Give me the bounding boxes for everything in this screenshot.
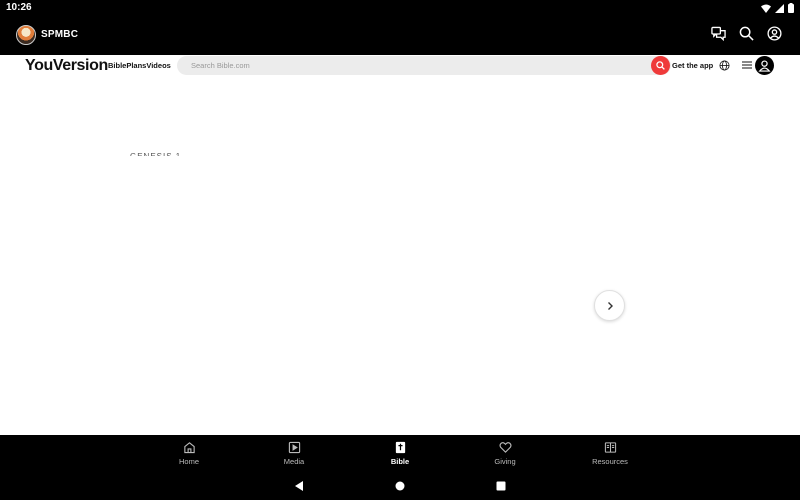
nav-tab-resources[interactable]: Resources — [580, 441, 640, 466]
next-chapter-button[interactable] — [594, 290, 625, 321]
chevron-right-icon — [607, 301, 613, 310]
youversion-logo[interactable]: YouVersion — [25, 57, 108, 75]
bible-icon — [395, 441, 405, 454]
status-icons — [761, 2, 794, 14]
nav-tab-label: Giving — [494, 457, 516, 466]
system-nav-bar — [0, 473, 800, 500]
search-icon — [656, 61, 665, 70]
search-icon[interactable] — [739, 26, 754, 41]
profile-avatar[interactable] — [755, 56, 774, 75]
nav-tab-label: Bible — [390, 457, 410, 466]
nav-link-videos[interactable]: Videos — [146, 61, 170, 70]
nav-tab-giving[interactable]: Giving — [475, 441, 535, 466]
home-icon — [183, 442, 195, 454]
nav-link-bible[interactable]: Bible — [108, 61, 126, 70]
user-icon — [758, 60, 771, 72]
youversion-header: YouVersion Bible Plans Videos Search Bib… — [0, 55, 800, 77]
app-title: SPMBC — [41, 29, 79, 40]
hamburger-menu-icon[interactable] — [742, 60, 752, 70]
book-chapter-label[interactable]: GENESIS 1 — [130, 152, 181, 156]
get-app-link[interactable]: Get the app — [672, 61, 713, 70]
nav-tab-label: Media — [283, 457, 305, 466]
church-logo — [16, 25, 36, 45]
search-placeholder: Search Bible.com — [191, 61, 250, 70]
status-bar: 10:26 — [0, 0, 800, 16]
heart-icon — [498, 442, 512, 453]
status-time: 10:26 — [6, 2, 32, 13]
bottom-nav: Home Media Bible Giving Resources — [0, 435, 800, 473]
home-circle-icon[interactable] — [393, 479, 407, 493]
nav-tab-bible[interactable]: Bible — [370, 441, 430, 466]
signal-icon — [775, 3, 784, 13]
globe-icon[interactable] — [719, 60, 730, 71]
chat-icon[interactable] — [711, 26, 726, 41]
book-open-icon — [604, 442, 616, 453]
battery-icon — [788, 3, 794, 13]
wifi-icon — [761, 4, 771, 13]
web-content: YouVersion Bible Plans Videos Search Bib… — [0, 55, 800, 435]
site-nav: Bible Plans Videos — [108, 61, 171, 70]
search-button[interactable] — [651, 56, 670, 75]
recents-icon[interactable] — [494, 479, 508, 493]
nav-tab-home[interactable]: Home — [159, 441, 219, 466]
back-icon[interactable] — [292, 479, 306, 493]
app-bar: SPMBC — [0, 16, 800, 55]
app-actions — [711, 26, 782, 41]
account-icon[interactable] — [767, 26, 782, 41]
media-icon — [288, 441, 300, 454]
nav-tab-label: Home — [178, 457, 199, 466]
nav-tab-media[interactable]: Media — [264, 441, 324, 466]
nav-link-plans[interactable]: Plans — [126, 61, 146, 70]
nav-tab-label: Resources — [592, 457, 628, 466]
search-input[interactable]: Search Bible.com — [177, 56, 671, 75]
